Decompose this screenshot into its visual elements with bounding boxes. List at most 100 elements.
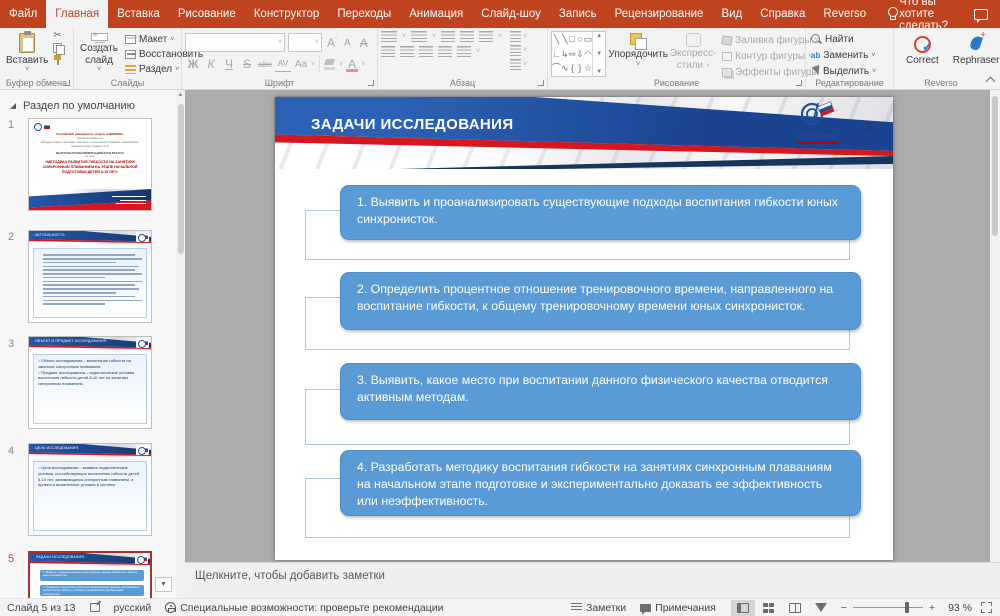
tab-animations[interactable]: Анимация: [400, 0, 472, 28]
arrange-button[interactable]: Упорядочить ˅: [610, 31, 666, 79]
clipboard-dialog-launcher[interactable]: [64, 80, 70, 86]
cut-icon[interactable]: ✂: [53, 31, 63, 41]
comments-pane-icon[interactable]: [974, 9, 988, 20]
shapes-scroll-down-icon[interactable]: ▼: [596, 51, 602, 57]
task-box-1[interactable]: 1. Выявить и проанализировать существующ…: [340, 185, 861, 240]
select-button[interactable]: Выделить ˅: [809, 65, 890, 78]
tab-review[interactable]: Рецензирование: [606, 0, 713, 28]
slide-thumbnail-2[interactable]: АКТУАЛЬНОСТЬ: [28, 230, 152, 323]
shape-cell[interactable]: ☆: [584, 61, 593, 76]
shape-cell[interactable]: ⇨: [569, 47, 577, 62]
tab-slideshow[interactable]: Слайд-шоу: [472, 0, 550, 28]
shape-cell[interactable]: }: [576, 61, 584, 76]
increase-indent-icon[interactable]: [460, 31, 474, 42]
new-slide-button[interactable]: Создать слайд ˅: [77, 31, 121, 75]
text-shadow-button[interactable]: abc: [257, 57, 273, 72]
zoom-level[interactable]: 93 %: [941, 602, 979, 614]
fit-slide-icon[interactable]: [981, 602, 992, 613]
align-center-icon[interactable]: [400, 46, 414, 57]
notes-toggle[interactable]: Заметки: [564, 602, 633, 614]
view-normal-button[interactable]: [731, 600, 755, 616]
shape-cell[interactable]: □: [569, 32, 577, 47]
shape-cell[interactable]: ▭: [584, 32, 593, 47]
slide-thumbnail-4[interactable]: ЦЕЛЬ ИССЛЕДОВАНИЯ ✓Цель исследования – в…: [28, 443, 152, 536]
editor-scroll-thumb[interactable]: [992, 96, 998, 236]
shape-cell[interactable]: ↳: [561, 47, 569, 62]
align-left-icon[interactable]: [381, 46, 395, 57]
numbering-icon[interactable]: [411, 31, 427, 42]
panel-scroll-down-button[interactable]: ▼: [155, 577, 172, 592]
panel-scroll-thumb[interactable]: [178, 104, 184, 254]
shape-cell[interactable]: ∿: [561, 61, 569, 76]
task-box-3[interactable]: 3. Выявить, какое место при воспитании д…: [340, 363, 861, 420]
slide-canvas[interactable]: ЗАДАЧИ ИССЛЕДОВАНИЯ ГЦОЛИФК: [275, 97, 893, 560]
italic-button[interactable]: К: [203, 57, 219, 72]
line-spacing-icon[interactable]: [479, 31, 493, 42]
align-text-icon[interactable]: [510, 45, 521, 56]
slide-counter[interactable]: Слайд 5 из 13: [0, 602, 83, 614]
notes-pane[interactable]: Щелкните, чтобы добавить заметки: [185, 562, 1000, 598]
editor-scrollbar[interactable]: [990, 90, 1000, 562]
tab-design[interactable]: Конструктор: [245, 0, 329, 28]
shrink-font-button[interactable]: Aˇ: [342, 37, 355, 48]
shape-cell[interactable]: ○: [576, 32, 584, 47]
panel-scrollbar[interactable]: ▲: [176, 90, 185, 598]
zoom-slider-thumb[interactable]: [905, 602, 909, 613]
collapse-ribbon-icon[interactable]: [986, 76, 995, 85]
tab-help[interactable]: Справка: [751, 0, 814, 28]
text-direction-icon[interactable]: [510, 31, 521, 42]
slide-thumbnail-3[interactable]: ОБЪЕКТ И ПРЕДМЕТ ИССЛЕДОВАНИЯ ✓Объект ис…: [28, 336, 152, 429]
task-box-4[interactable]: 4. Разработать методику воспитания гибко…: [340, 450, 861, 516]
bold-button[interactable]: Ж: [185, 57, 201, 72]
accessibility-check[interactable]: Специальные возможности: проверьте реком…: [158, 602, 450, 614]
bullets-icon[interactable]: [381, 31, 397, 42]
tab-reverso[interactable]: Reverso: [814, 0, 875, 28]
underline-button[interactable]: Ч: [221, 57, 237, 72]
tab-file[interactable]: Файл: [0, 0, 46, 28]
view-slideshow-button[interactable]: [809, 600, 833, 616]
comments-toggle[interactable]: Примечания: [633, 602, 723, 614]
change-case-button[interactable]: Aa: [293, 57, 309, 72]
highlight-color-button[interactable]: [324, 58, 337, 70]
reverso-correct-button[interactable]: Correct: [903, 34, 942, 69]
paragraph-dialog-launcher[interactable]: [538, 80, 544, 86]
tab-insert[interactable]: Вставка: [108, 0, 169, 28]
task-box-2[interactable]: 2. Определить процентное отношение трени…: [340, 272, 861, 330]
scroll-up-icon[interactable]: ▲: [178, 92, 184, 98]
shape-cell[interactable]: {: [569, 61, 577, 76]
zoom-in-button[interactable]: +: [929, 602, 935, 614]
shape-cell[interactable]: ╲: [561, 32, 569, 47]
copy-icon[interactable]: [53, 43, 63, 53]
align-right-icon[interactable]: [419, 46, 433, 57]
reverso-rephraser-button[interactable]: Rephraser: [950, 34, 1000, 69]
shape-cell[interactable]: ⇩: [576, 47, 584, 62]
shape-cell[interactable]: ∟: [552, 47, 561, 62]
font-dialog-launcher[interactable]: [368, 80, 374, 86]
shapes-more-icon[interactable]: ▼: [596, 69, 602, 75]
shape-cell[interactable]: ⌒: [552, 61, 561, 76]
view-reading-button[interactable]: [783, 600, 807, 616]
zoom-slider[interactable]: [853, 607, 923, 609]
quick-styles-button[interactable]: Экспресс- стили ˅: [670, 31, 716, 79]
view-sorter-button[interactable]: [757, 600, 781, 616]
columns-icon[interactable]: [457, 46, 471, 57]
tab-view[interactable]: Вид: [712, 0, 751, 28]
font-size-select[interactable]: ˅: [288, 33, 322, 52]
font-color-button[interactable]: A: [345, 57, 359, 71]
tab-record[interactable]: Запись: [550, 0, 606, 28]
notes-placeholder[interactable]: Щелкните, чтобы добавить заметки: [195, 570, 385, 582]
tab-transitions[interactable]: Переходы: [328, 0, 400, 28]
tab-home[interactable]: Главная: [46, 0, 108, 28]
strikethrough-button[interactable]: S: [239, 57, 255, 72]
find-button[interactable]: Найти: [809, 33, 890, 46]
justify-icon[interactable]: [438, 46, 452, 57]
format-painter-icon[interactable]: [53, 55, 63, 65]
zoom-out-button[interactable]: −: [841, 602, 847, 614]
shapes-scroll-up-icon[interactable]: ▲: [596, 33, 602, 39]
character-spacing-button[interactable]: AV: [275, 56, 291, 72]
paste-button[interactable]: Вставить ˅: [3, 31, 51, 75]
clear-formatting-button[interactable]: A: [358, 37, 370, 49]
font-name-select[interactable]: ˅: [185, 33, 285, 52]
slide-title[interactable]: ЗАДАЧИ ИССЛЕДОВАНИЯ: [311, 116, 514, 133]
shape-cell[interactable]: ◠: [584, 47, 593, 62]
